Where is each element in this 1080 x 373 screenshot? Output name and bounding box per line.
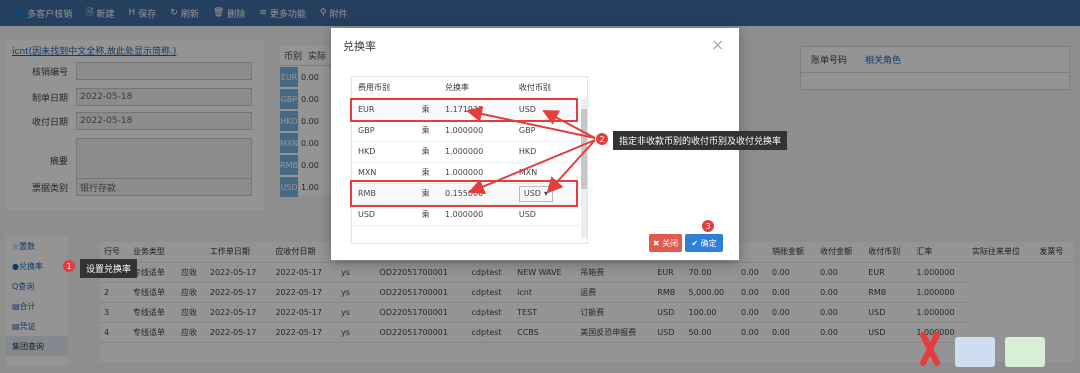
step-2-marker: 2 <box>596 133 608 145</box>
brand-logo-watermark <box>920 332 1045 367</box>
step-2-callout: 指定非收款币别的收付币别及收付兑换率 <box>613 131 788 150</box>
step-1-marker: 1 <box>63 260 75 272</box>
step-3-marker: 3 <box>702 220 714 232</box>
step-1-callout: 设置兑换率 <box>80 259 138 278</box>
annotation-arrows <box>466 106 596 195</box>
